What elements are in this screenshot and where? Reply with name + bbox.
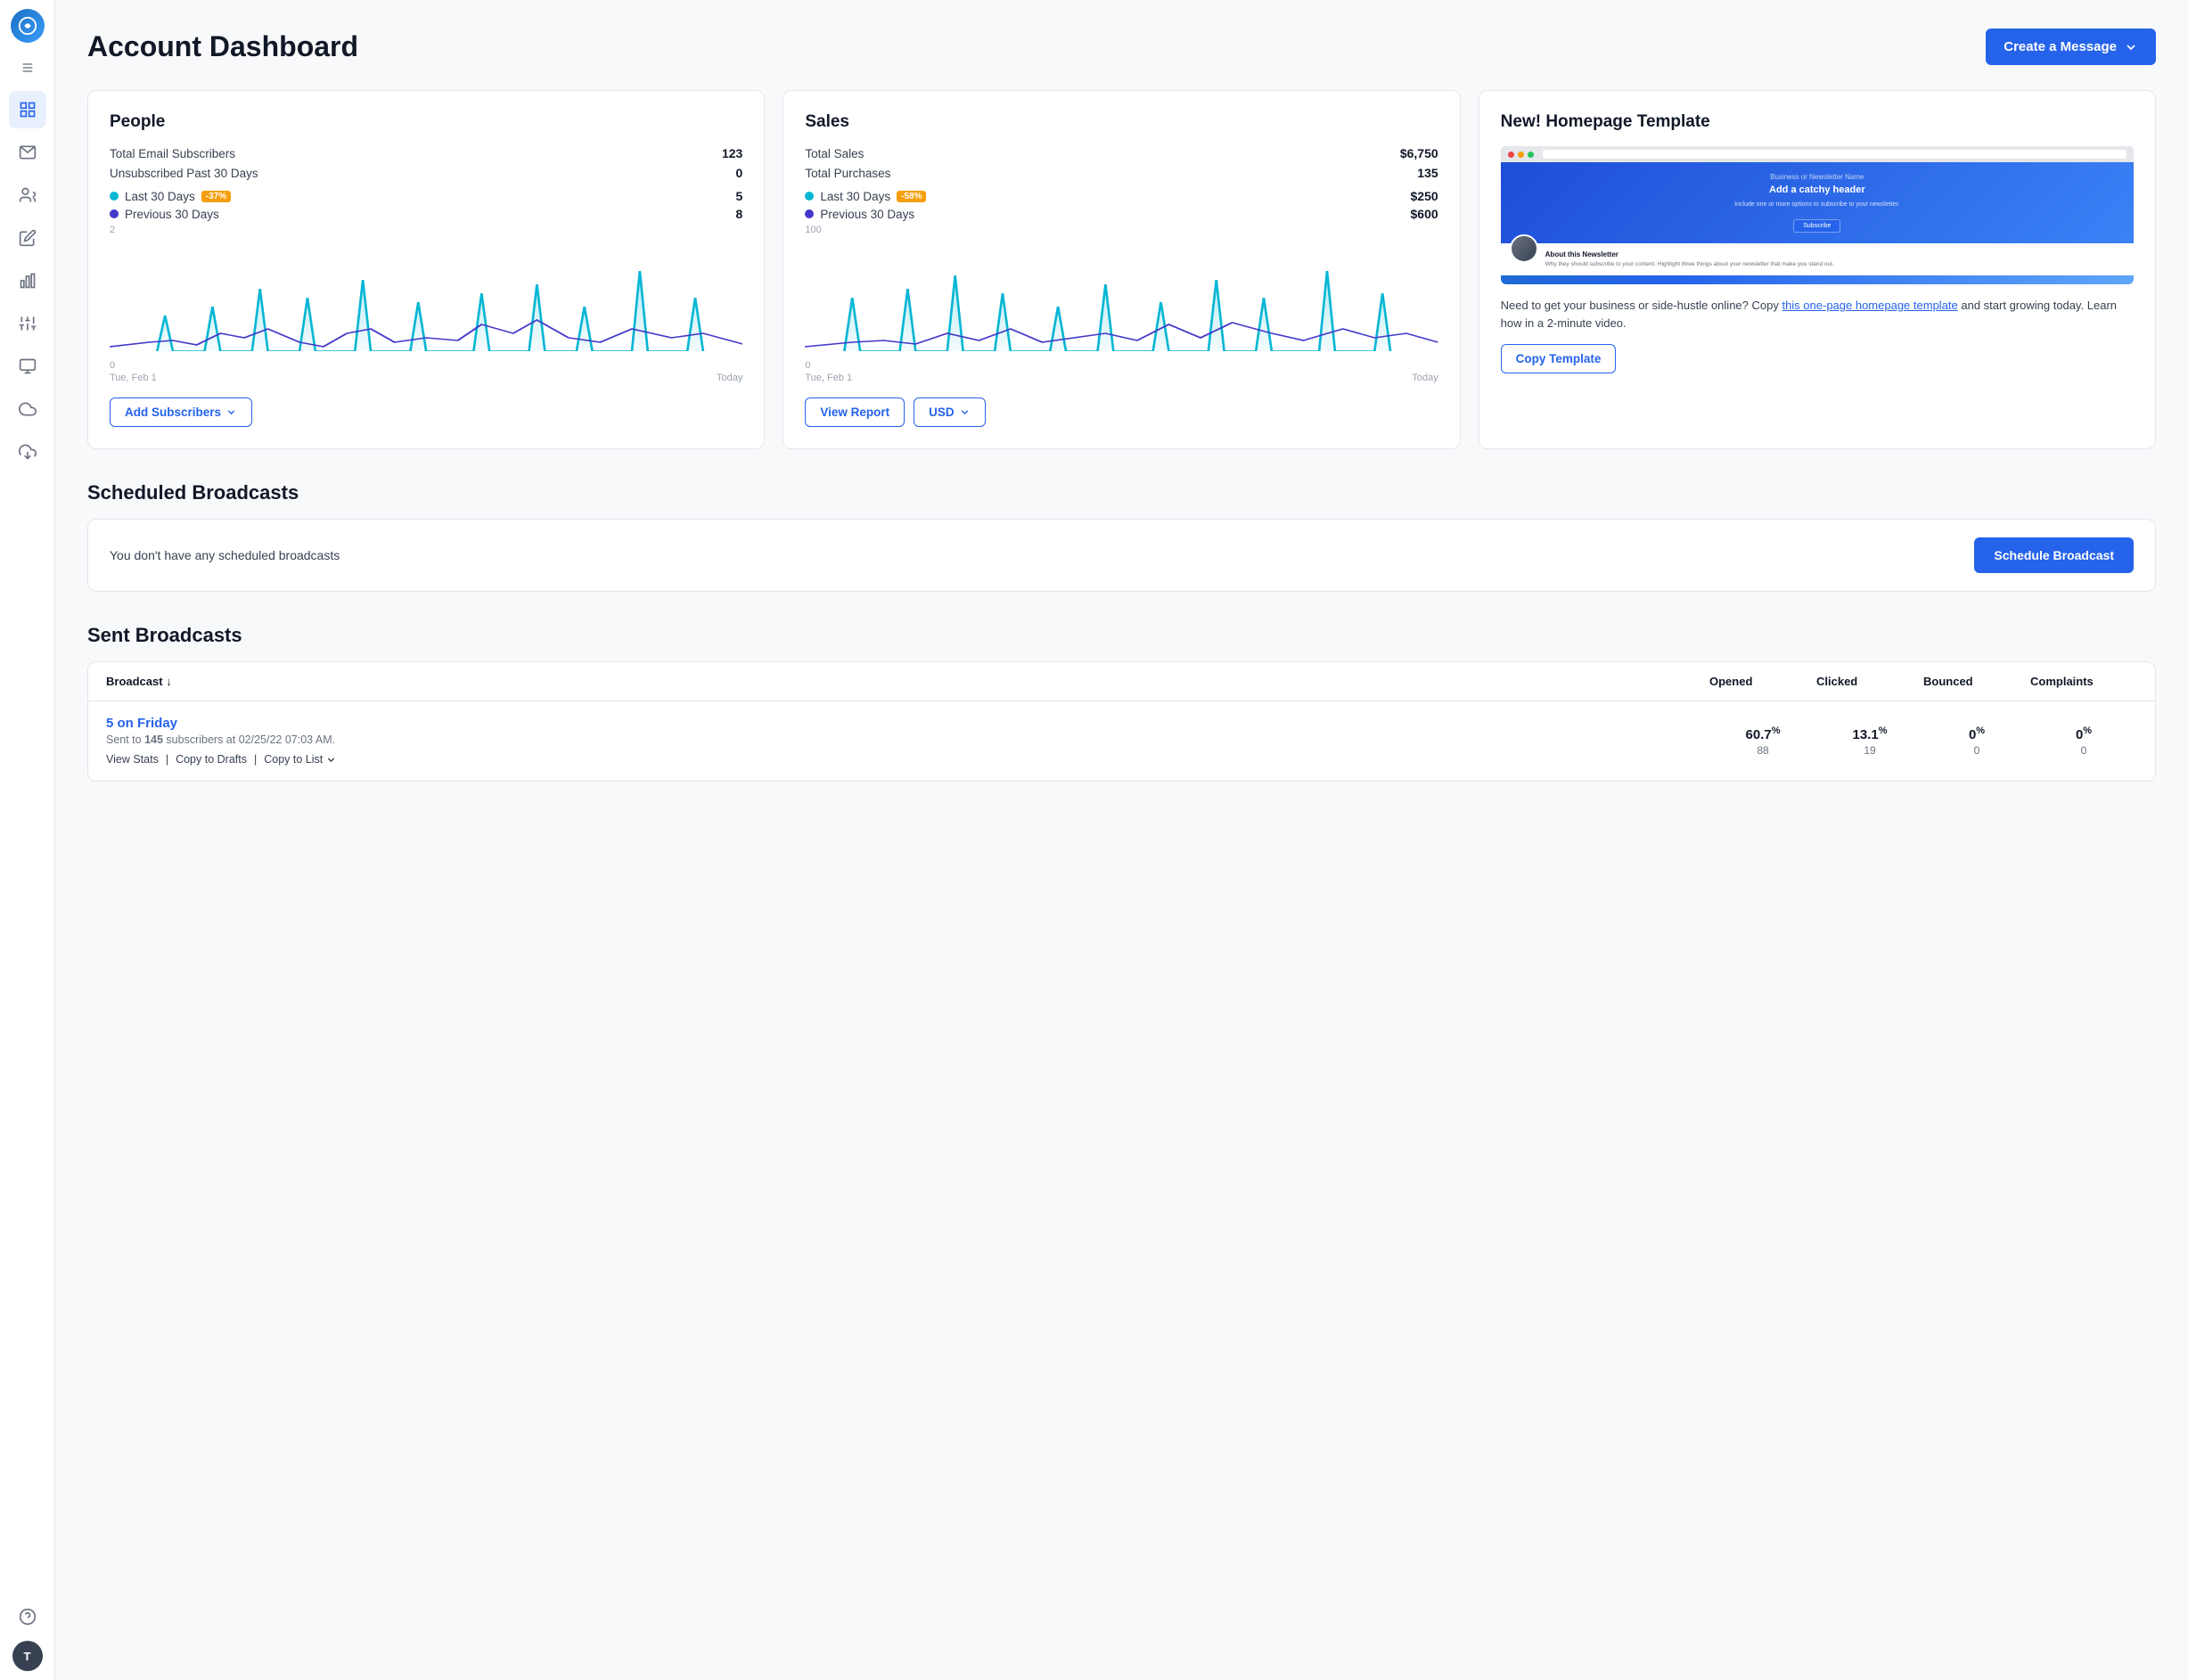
cloud-icon: [19, 400, 37, 418]
sidebar-item-forms[interactable]: [9, 348, 46, 385]
monitor-icon: [19, 357, 37, 375]
users-icon: [19, 186, 37, 204]
broadcast-name-link[interactable]: 5 on Friday: [106, 716, 1709, 731]
indigo-dot: [110, 209, 119, 218]
sidebar-toggle[interactable]: [15, 55, 40, 80]
sales-chart-labels: 0: [805, 360, 1438, 371]
sidebar-item-help[interactable]: [9, 1598, 46, 1635]
scheduled-broadcasts-section: You don't have any scheduled broadcasts …: [87, 519, 2156, 592]
teal-dot: [805, 192, 814, 201]
sales-legend-30: Last 30 Days -58% $250: [805, 189, 1438, 203]
chevron-down-icon: [2124, 40, 2138, 54]
sidebar-item-audience[interactable]: [9, 176, 46, 214]
col-broadcast: Broadcast ↓: [106, 675, 1709, 688]
clicked-stat: 13.1% 19: [1816, 716, 1923, 766]
chevron-down-icon: [225, 406, 237, 418]
copy-template-button[interactable]: Copy Template: [1501, 344, 1617, 373]
complaints-stat: 0% 0: [2030, 716, 2137, 766]
sidebar-item-reports[interactable]: [9, 262, 46, 299]
sent-section-title: Sent Broadcasts: [87, 624, 2156, 647]
change-badge: -37%: [201, 191, 231, 202]
people-legend-30: Last 30 Days -37% 5: [110, 189, 742, 203]
people-card-footer: Add Subscribers: [110, 397, 742, 427]
sidebar: T: [0, 0, 55, 1680]
sales-stat-total: Total Sales $6,750: [805, 146, 1438, 160]
sidebar-item-integrations[interactable]: [9, 390, 46, 428]
people-stat-subscribers: Total Email Subscribers 123: [110, 146, 742, 160]
scheduled-empty-message: You don't have any scheduled broadcasts: [110, 548, 340, 562]
people-chart-labels: 0: [110, 360, 742, 371]
broadcast-actions: View Stats | Copy to Drafts | Copy to Li…: [106, 753, 1709, 766]
col-opened: Opened: [1709, 675, 1816, 688]
add-subscribers-button[interactable]: Add Subscribers: [110, 397, 252, 427]
sales-card: Sales Total Sales $6,750 Total Purchases…: [783, 90, 1460, 449]
sidebar-item-cloud2[interactable]: [9, 433, 46, 471]
col-complaints: Complaints: [2030, 675, 2137, 688]
schedule-broadcast-button[interactable]: Schedule Broadcast: [1974, 537, 2134, 573]
grid-icon: [19, 101, 37, 119]
sales-card-title: Sales: [805, 112, 1438, 132]
broadcast-meta: Sent to 145 subscribers at 02/25/22 07:0…: [106, 733, 1709, 746]
user-avatar[interactable]: T: [12, 1641, 43, 1671]
edit-icon: [19, 229, 37, 247]
sales-chart-dates: Tue, Feb 1 Today: [805, 373, 1438, 383]
sent-broadcasts-table: Broadcast ↓ Opened Clicked Bounced Compl…: [87, 661, 2156, 782]
bounced-stat: 0% 0: [1923, 716, 2030, 766]
template-link[interactable]: this one-page homepage template: [1782, 299, 1957, 312]
scheduled-section-title: Scheduled Broadcasts: [87, 481, 2156, 504]
chevron-down-icon: [959, 406, 971, 418]
broadcast-row: 5 on Friday Sent to 145 subscribers at 0…: [88, 701, 2155, 781]
sales-card-footer: View Report USD: [805, 397, 1438, 427]
sales-stat-purchases: Total Purchases 135: [805, 166, 1438, 180]
teal-dot: [110, 192, 119, 201]
opened-stat: 60.7% 88: [1709, 716, 1816, 766]
indigo-dot: [805, 209, 814, 218]
people-chart-y: 2: [110, 225, 742, 235]
people-card-title: People: [110, 112, 742, 132]
people-chart: [110, 244, 742, 351]
stats-cards: People Total Email Subscribers 123 Unsub…: [87, 90, 2156, 449]
col-clicked: Clicked: [1816, 675, 1923, 688]
mail-icon: [19, 143, 37, 161]
copy-to-drafts-link[interactable]: Copy to Drafts: [176, 753, 247, 766]
help-icon: [19, 1608, 37, 1626]
main-content: Account Dashboard Create a Message Peopl…: [55, 0, 2188, 1680]
copy-to-list-link[interactable]: Copy to List: [264, 753, 323, 766]
sidebar-item-messages[interactable]: [9, 134, 46, 171]
template-description: Need to get your business or side-hustle…: [1501, 297, 2134, 332]
cloud2-icon: [19, 443, 37, 461]
view-stats-link[interactable]: View Stats: [106, 753, 159, 766]
create-message-button[interactable]: Create a Message: [1986, 29, 2156, 65]
sidebar-item-edit[interactable]: [9, 219, 46, 257]
sidebar-item-automation[interactable]: [9, 305, 46, 342]
change-badge: -58%: [897, 191, 926, 202]
sales-chart: [805, 244, 1438, 351]
table-header-row: Broadcast ↓ Opened Clicked Bounced Compl…: [88, 662, 2155, 701]
template-card: New! Homepage Template Business or Newsl…: [1479, 90, 2156, 449]
chevron-down-icon: [325, 754, 337, 766]
template-preview-image: Business or Newsletter Name Add a catchy…: [1501, 146, 2134, 284]
currency-selector[interactable]: USD: [914, 397, 986, 427]
sales-chart-y: 100: [805, 225, 1438, 235]
people-legend-prev: Previous 30 Days 8: [110, 207, 742, 221]
view-report-button[interactable]: View Report: [805, 397, 905, 427]
sidebar-item-dashboard[interactable]: [9, 91, 46, 128]
page-title: Account Dashboard: [87, 30, 358, 63]
broadcast-info: 5 on Friday Sent to 145 subscribers at 0…: [106, 716, 1709, 766]
people-stat-unsubscribed: Unsubscribed Past 30 Days 0: [110, 166, 742, 180]
barchart-icon: [19, 272, 37, 290]
sliders-icon: [19, 315, 37, 332]
people-card: People Total Email Subscribers 123 Unsub…: [87, 90, 765, 449]
page-header: Account Dashboard Create a Message: [87, 29, 2156, 65]
template-card-title: New! Homepage Template: [1501, 112, 2134, 132]
logo[interactable]: [11, 9, 45, 43]
col-bounced: Bounced: [1923, 675, 2030, 688]
sales-legend-prev: Previous 30 Days $600: [805, 207, 1438, 221]
people-chart-dates: Tue, Feb 1 Today: [110, 373, 742, 383]
